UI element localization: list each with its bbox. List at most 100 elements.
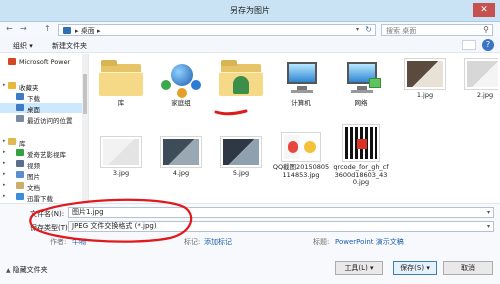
title-label: 标题: [313,238,330,246]
powerpoint-icon [8,58,16,65]
navigation-pane: Microsoft Power ▸ 收藏夹 下载 桌面 最近访问的位置 ▸ 库 ▸ 爱奇艺影视库 ▸… [0,54,89,203]
sidebar-item[interactable]: ▸ 迅雷下载 [0,192,88,202]
file-item[interactable]: 家庭组 [152,58,210,108]
expand-arrow-icon[interactable]: ▸ [3,182,6,188]
sidebar-item[interactable]: ▸ 文档 [0,181,88,191]
file-name: QQ截图20150805114853.jpg [272,163,330,179]
file-item[interactable] [212,58,270,100]
view-options-icon[interactable] [462,40,476,50]
file-item[interactable]: 3.jpg [92,136,150,178]
sidebar-item-label: 爱奇艺影视库 [27,151,66,158]
sidebar-item-label: 桌面 [27,106,40,113]
cancel-button[interactable]: 取消 [443,261,493,275]
breadcrumb[interactable]: ▸ 桌面 ▸ [75,26,100,36]
sidebar-item[interactable]: 下载 [0,92,88,102]
chevron-down-icon[interactable]: ▾ [356,26,359,33]
sidebar-item[interactable]: Microsoft Power [0,57,88,67]
chevron-down-icon[interactable]: ▾ [487,208,490,217]
sidebar-item[interactable]: ▸ 图片 [0,170,88,180]
file-item[interactable]: qrcode_for_gh_cf3600d18603_430.jpg [332,124,390,187]
file-item[interactable]: 1.jpg [396,58,454,100]
sidebar-item[interactable]: ▸ 收藏夹 [0,81,88,91]
sidebar-scrollbar[interactable] [82,54,88,203]
expand-arrow-icon[interactable]: ▸ [3,82,6,88]
library-icon [8,138,16,145]
sidebar-item-label: Microsoft Power [19,58,71,66]
close-button[interactable]: ✕ [473,3,495,17]
sidebar-item[interactable]: ▸ 视频 [0,159,88,169]
address-bar[interactable]: ▸ 桌面 ▸ ▾ ↻ [58,24,376,36]
sidebar-item[interactable]: 最近访问的位置 [0,114,88,124]
filename-field[interactable]: 图片1.jpg ▾ [68,207,494,218]
file-name: 家庭组 [171,99,191,107]
recent-places-icon [16,115,24,122]
scrollbar-thumb[interactable] [83,74,87,114]
file-item[interactable]: 4.jpg [152,136,210,178]
new-folder-button[interactable]: 新建文件夹 [52,41,87,51]
forward-icon[interactable]: → [20,24,27,33]
chevron-down-icon[interactable]: ▾ [487,222,490,231]
file-item[interactable]: 计算机 [272,58,330,108]
hide-folders-label: 隐藏文件夹 [12,266,48,274]
organize-menu[interactable]: 组织 ▾ [13,41,33,51]
save-form: 文件名(N): 图片1.jpg ▾ 保存类型(T): JPEG 文件交换格式 (… [0,203,500,284]
tags-label: 标记: [184,238,201,246]
authors-label: 作者: [50,238,67,246]
user-folder-icon [219,58,263,98]
refresh-icon[interactable]: ↻ [365,25,372,34]
video-icon [16,160,24,167]
save-type-select[interactable]: JPEG 文件交换格式 (*.jpg) ▾ [68,221,494,232]
file-item[interactable]: QQ截图20150805114853.jpg [272,132,330,179]
file-name: 5.jpg [232,169,250,177]
address-row: ← → ↑ ▸ 桌面 ▸ ▾ ↻ 搜索 桌面 ⚲ [0,22,500,38]
tools-button[interactable]: 工具(L) ▾ [335,261,383,275]
window-title: 另存为图片 [230,6,270,15]
download-folder-icon [16,93,24,100]
desktop-icon [16,104,24,111]
file-item[interactable]: 2.jpg [456,58,498,100]
caret-up-icon: ▲ [6,267,11,274]
chevron-down-icon: ▾ [426,264,430,272]
tools-label: 工具(L) [344,264,368,272]
authors-value[interactable]: 牛嗝 [72,237,86,247]
file-item[interactable]: 网络 [332,58,390,108]
sidebar-item[interactable]: 桌面 [0,103,88,113]
file-item[interactable]: 库 [92,58,150,108]
network-icon [339,58,383,98]
image-thumb [100,136,142,168]
file-name: qrcode_for_gh_cf3600d18603_430.jpg [333,163,389,186]
expand-arrow-icon[interactable]: ▸ [3,149,6,155]
chevron-down-icon: ▾ [370,264,374,272]
file-name: 计算机 [291,99,311,107]
image-thumb [404,58,446,90]
image-thumb [160,136,202,168]
image-thumb [464,58,498,90]
video-library-icon [16,149,24,156]
title-bar: 另存为图片 ✕ [0,0,500,22]
expand-arrow-icon[interactable]: ▸ [3,193,6,199]
sidebar-item-label: 视频 [27,162,40,169]
expand-arrow-icon[interactable]: ▸ [3,160,6,166]
tags-value[interactable]: 添加标记 [204,237,232,247]
sidebar-item-label: 库 [19,140,26,147]
search-input[interactable]: 搜索 桌面 ⚲ [381,24,493,36]
image-thumb [281,132,321,162]
documents-icon [16,182,24,189]
save-button[interactable]: 保存(S) ▾ [393,261,437,275]
sidebar-item-label: 迅雷下载 [27,195,53,202]
up-icon[interactable]: ↑ [44,24,51,33]
file-name: 3.jpg [112,169,130,177]
title-value[interactable]: PowerPoint 演示文稿 [335,237,404,247]
sidebar-item[interactable]: ▸ 库 [0,137,88,147]
file-item[interactable]: 5.jpg [212,136,270,178]
back-icon[interactable]: ← [6,24,13,33]
expand-arrow-icon[interactable]: ▸ [3,171,6,177]
sidebar-item-label: 图片 [27,173,40,180]
help-icon[interactable]: ? [482,39,494,51]
sidebar-item[interactable]: ▸ 爱奇艺影视库 [0,148,88,158]
command-bar: 组织 ▾ 新建文件夹 ? [0,38,500,53]
search-icon[interactable]: ⚲ [483,25,489,34]
expand-arrow-icon[interactable]: ▸ [3,138,6,144]
hide-folders-toggle[interactable]: ▲ 隐藏文件夹 [6,265,48,275]
computer-icon [279,58,323,98]
